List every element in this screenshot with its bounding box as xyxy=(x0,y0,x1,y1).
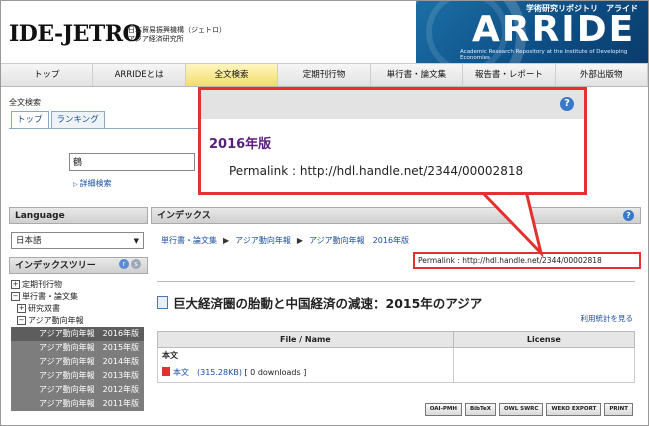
tree-node[interactable]: + 定期刊行物 xyxy=(11,279,144,291)
help-icon[interactable]: ? xyxy=(623,210,634,221)
search-tabs: トップ ランキング xyxy=(11,111,107,128)
settings-icon[interactable]: s xyxy=(131,259,141,269)
breadcrumb-separator-icon: ▶ xyxy=(223,236,230,245)
tree-node-label: アジア動向年報 xyxy=(28,316,84,325)
nav-item-periodicals[interactable]: 定期刊行物 xyxy=(278,64,371,86)
nav-item-books[interactable]: 単行書・論文集 xyxy=(371,64,464,86)
files-table: File / Name License 本文 本文 (315.28KB) [ 0… xyxy=(157,331,636,383)
document-icon xyxy=(157,296,168,309)
file-cell: 本文 (315.28KB) [ 0 downloads ] xyxy=(157,365,454,383)
banner-description: Academic Research Repository at the Inst… xyxy=(460,49,628,61)
tree-leaf-2015[interactable]: アジア動向年報 2015年版 xyxy=(11,341,144,355)
callout-version-title[interactable]: 2016年版 xyxy=(209,133,271,152)
page-frame: IDE-JETRO 日本貿易振興機構（ジェトロ） アジア経済研究所 学術研究リポ… xyxy=(0,0,649,426)
nav-item-external[interactable]: 外部出版物 xyxy=(556,64,648,86)
help-icon[interactable]: ? xyxy=(560,97,574,111)
nav-item-top[interactable]: トップ xyxy=(1,64,94,86)
logo-subtitle: 日本貿易振興機構（ジェトロ） アジア経済研究所 xyxy=(128,26,226,44)
callout-header-bar xyxy=(201,90,584,119)
tree-node[interactable]: − 単行書・論文集 xyxy=(11,291,144,303)
index-tree: + 定期刊行物 − 単行書・論文集 + 研究双書 − アジア動向年報 アジア動向年報 2… xyxy=(11,279,144,411)
item-title-text: 巨大経済圏の胎動と中国経済の減速：2015年のアジア xyxy=(173,296,483,311)
nav-item-reports[interactable]: 報告書・レポート xyxy=(463,64,556,86)
index-tree-tools: rs xyxy=(119,259,143,269)
breadcrumb: 単行書・論文集 ▶ アジア動向年報 ▶ アジア動向年報 2016年版 xyxy=(161,235,409,246)
tree-node-label: 研究双書 xyxy=(28,304,60,313)
column-file-name: File / Name xyxy=(157,331,454,348)
site-header: IDE-JETRO 日本貿易振興機構（ジェトロ） アジア経済研究所 学術研究リポ… xyxy=(1,1,648,63)
tree-leaf-2012[interactable]: アジア動向年報 2012年版 xyxy=(11,383,144,397)
arride-banner[interactable]: 学術研究リポジトリ アライド ARRIDE Academic Research … xyxy=(416,1,648,63)
oai-pmh-button[interactable]: OAI-PMH xyxy=(424,403,462,416)
ide-jetro-logo[interactable]: IDE-JETRO xyxy=(9,21,142,47)
advanced-search-link[interactable]: ▷ 詳細検索 xyxy=(73,178,112,189)
index-content: インデックス ? 単行書・論文集 ▶ アジア動向年報 ▶ アジア動向年報 2016年版 … xyxy=(151,201,641,425)
language-heading: Language xyxy=(9,207,148,224)
table-header-row: File / Name License xyxy=(157,331,636,348)
language-selected-value: 日本語 xyxy=(16,236,42,246)
bibtex-button[interactable]: BibTeX xyxy=(464,403,496,416)
main-nav: トップ ARRIDEとは 全文検索 定期刊行物 単行書・論文集 報告書・レポート… xyxy=(1,63,648,87)
tree-node-label: 定期刊行物 xyxy=(22,280,62,289)
tree-leaf-2014[interactable]: アジア動向年報 2014年版 xyxy=(11,355,144,369)
download-count: [ 0 downloads ] xyxy=(244,368,307,377)
table-row: 本文 xyxy=(157,347,636,383)
tree-node[interactable]: − アジア動向年報 xyxy=(11,315,144,327)
nav-item-fulltext-search[interactable]: 全文検索 xyxy=(185,64,279,86)
item-title: 巨大経済圏の胎動と中国経済の減速：2015年のアジア xyxy=(157,293,482,312)
usage-stats-link[interactable]: 利用統計を見る xyxy=(581,313,634,324)
export-buttons: OAI-PMH BibTeX OWL SWRC WEKO EXPORT PRIN… xyxy=(422,403,633,416)
index-heading-label: インデックス xyxy=(157,211,211,221)
breadcrumb-separator-icon: ▶ xyxy=(296,236,303,245)
tab-ranking[interactable]: ランキング xyxy=(50,111,105,128)
divider xyxy=(157,281,635,282)
expand-icon[interactable]: + xyxy=(11,280,20,289)
advanced-search-label: 詳細検索 xyxy=(79,179,112,188)
tab-top[interactable]: トップ xyxy=(11,111,49,128)
search-input[interactable]: 鶴 xyxy=(69,153,195,171)
index-heading: インデックス ? xyxy=(151,207,641,224)
breadcrumb-2016[interactable]: アジア動向年報 2016年版 xyxy=(309,236,409,245)
permalink-text[interactable]: Permalink : http://hdl.handle.net/2344/0… xyxy=(413,252,641,269)
permalink-callout: ? 2016年版 Permalink : http://hdl.handle.n… xyxy=(198,87,587,195)
license-cell xyxy=(452,347,636,383)
search-section-title: 全文検索 xyxy=(9,98,41,107)
breadcrumb-books[interactable]: 単行書・論文集 xyxy=(161,236,217,245)
owl-swrc-button[interactable]: OWL SWRC xyxy=(498,403,544,416)
collapse-icon[interactable]: − xyxy=(17,316,26,325)
file-group-label: 本文 xyxy=(157,347,454,365)
index-tree-heading-label: インデックスツリー xyxy=(15,261,96,271)
logo-subtitle-line1: 日本貿易振興機構（ジェトロ） xyxy=(128,26,226,34)
callout-permalink: Permalink : http://hdl.handle.net/2344/0… xyxy=(229,164,524,178)
tree-node-label: 単行書・論文集 xyxy=(22,292,78,301)
language-select[interactable]: 日本語 ▼ xyxy=(11,232,144,249)
tree-leaf-2016[interactable]: アジア動向年報 2016年版 xyxy=(11,327,144,341)
rss-icon[interactable]: r xyxy=(119,259,129,269)
pdf-icon xyxy=(162,367,170,376)
collapse-icon[interactable]: − xyxy=(11,292,20,301)
column-license: License xyxy=(452,331,636,348)
file-download-link[interactable]: 本文 (315.28KB) xyxy=(173,368,242,377)
tree-node[interactable]: + 研究双書 xyxy=(11,303,144,315)
banner-title: ARRIDE xyxy=(472,9,636,50)
expand-icon[interactable]: + xyxy=(17,304,26,313)
tree-leaf-2011[interactable]: アジア動向年報 2011年版 xyxy=(11,397,144,411)
logo-subtitle-line2: アジア経済研究所 xyxy=(128,35,184,43)
nav-item-about[interactable]: ARRIDEとは xyxy=(93,64,186,86)
triangle-right-icon: ▷ xyxy=(73,181,78,188)
breadcrumb-asia-annual[interactable]: アジア動向年報 xyxy=(235,236,291,245)
tree-leaf-2013[interactable]: アジア動向年報 2013年版 xyxy=(11,369,144,383)
weko-export-button[interactable]: WEKO EXPORT xyxy=(546,403,602,416)
chevron-down-icon: ▼ xyxy=(133,237,139,245)
print-button[interactable]: PRINT xyxy=(604,403,633,416)
